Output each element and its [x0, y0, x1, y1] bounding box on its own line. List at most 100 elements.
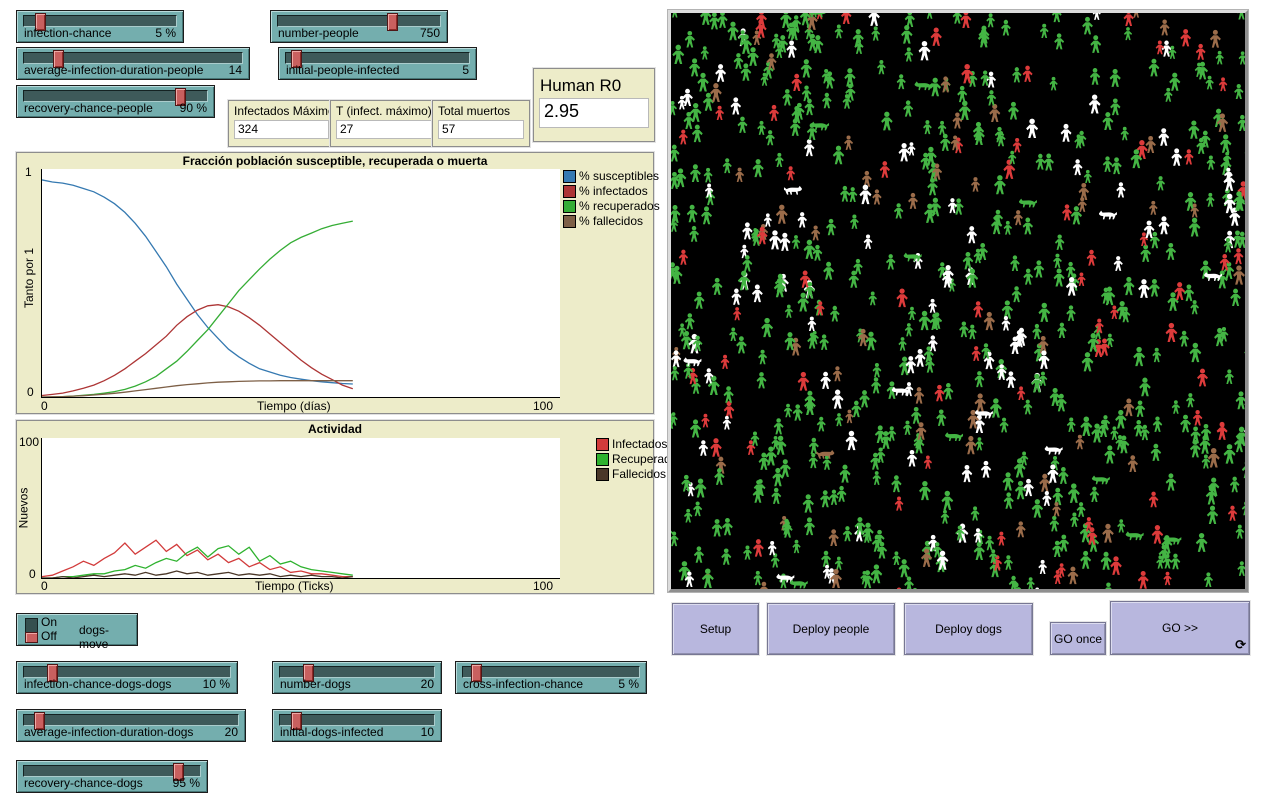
slider-number-dogs[interactable]: number-dogs20: [272, 661, 442, 694]
agent-person: [829, 529, 839, 546]
agent-person: [911, 588, 920, 589]
agent-person: [892, 551, 900, 565]
agent-person: [953, 13, 962, 24]
plot-x-axis-label: Tiempo (días): [257, 399, 331, 413]
world-view[interactable]: [668, 10, 1248, 592]
slider-label: cross-infection-chance: [463, 677, 583, 691]
agent-person: [771, 488, 781, 504]
slider-average-infection-duration-dogs[interactable]: average-infection-duration-dogs20: [16, 709, 246, 742]
slider-initial-people-infected[interactable]: initial-people-infected 5: [278, 47, 477, 80]
agent-person: [873, 471, 881, 485]
agent-person: [1004, 221, 1012, 235]
agent-person: [671, 366, 679, 380]
agent-person: [704, 168, 713, 182]
switch-handle[interactable]: [25, 632, 38, 643]
slider-recovery-chance-dogs[interactable]: recovery-chance-dogs95 %: [16, 760, 208, 793]
slider-recovery-chance-people[interactable]: recovery-chance-people90 %: [16, 85, 215, 118]
go-forever-button[interactable]: GO >> ⟳: [1110, 601, 1250, 655]
agent-person: [974, 542, 985, 560]
agent-person: [1206, 193, 1214, 207]
series-line: [42, 540, 353, 576]
slider-infection-chance-dogs-dogs[interactable]: infection-chance-dogs-dogs10 %: [16, 661, 238, 694]
agent-person: [679, 130, 688, 145]
agent-person: [715, 106, 724, 120]
agent-person: [1216, 51, 1224, 65]
agent-person: [936, 409, 946, 425]
legend-item: % susceptibles: [563, 169, 660, 183]
agent-person: [926, 13, 934, 19]
agent-person: [1012, 67, 1021, 82]
legend-swatch: [596, 438, 609, 451]
slider-value: 5: [462, 63, 469, 77]
agent-person: [833, 146, 844, 165]
agent-person: [697, 73, 708, 92]
agent-person: [753, 159, 764, 177]
agent-person: [1123, 277, 1134, 295]
agent-person: [903, 421, 912, 435]
agent-person: [873, 363, 882, 377]
agent-person: [919, 311, 931, 330]
agent-person: [864, 235, 873, 249]
agent-person: [1067, 418, 1076, 432]
agent-person: [721, 355, 730, 369]
agent-person: [704, 368, 713, 383]
agent-person: [1156, 176, 1165, 190]
agent-person: [980, 70, 989, 85]
legend-label: % infectados: [579, 184, 648, 198]
agent-dog: [1019, 199, 1037, 208]
agent-person: [1160, 20, 1170, 36]
agent-person: [729, 328, 737, 341]
agent-person: [1026, 119, 1038, 138]
netlogo-epidemic-interface: infection-chance5 % number-people750 ave…: [0, 0, 1264, 800]
slider-infection-chance[interactable]: infection-chance5 %: [16, 10, 184, 43]
setup-button[interactable]: Setup: [672, 603, 759, 655]
plot-actividad: Actividad Nuevos 100 0 0 Tiempo (Ticks) …: [16, 420, 654, 594]
agent-person: [772, 468, 783, 486]
agent-person: [829, 490, 838, 505]
switch-dogs-move[interactable]: On Off dogs-move: [16, 613, 138, 646]
slider-number-people[interactable]: number-people750: [270, 10, 448, 43]
agent-person: [731, 289, 741, 305]
deploy-dogs-button[interactable]: Deploy dogs: [904, 603, 1033, 655]
agent-person: [1102, 524, 1114, 543]
agent-person: [915, 349, 926, 367]
agent-person: [813, 245, 823, 261]
agents-canvas: [671, 13, 1245, 589]
go-once-button[interactable]: GO once: [1050, 622, 1106, 655]
agent-person: [850, 215, 859, 229]
agent-person: [1237, 561, 1245, 576]
agent-person: [1066, 305, 1075, 320]
agent-person: [685, 313, 695, 329]
x-tick-max: 100: [533, 579, 553, 593]
agent-person: [1015, 481, 1026, 499]
monitor-t-infect-maximo: T (infect. máximo) 27: [330, 100, 439, 147]
plot-title: Fracción población susceptible, recupera…: [17, 154, 653, 168]
agent-person: [1103, 156, 1112, 171]
agent-person: [1090, 68, 1100, 85]
slider-label: initial-people-infected: [286, 63, 399, 77]
agent-person: [975, 393, 986, 412]
agent-person: [1110, 98, 1120, 115]
agent-person: [869, 292, 877, 306]
agent-person: [871, 377, 881, 393]
deploy-people-button[interactable]: Deploy people: [767, 603, 895, 655]
slider-cross-infection-chance[interactable]: cross-infection-chance5 %: [455, 661, 647, 694]
agent-person: [811, 225, 820, 240]
switch-track[interactable]: [25, 618, 38, 643]
slider-initial-dogs-infected[interactable]: initial-dogs-infected10: [272, 709, 442, 742]
agent-person: [965, 436, 976, 454]
agent-person: [1124, 13, 1134, 26]
agent-person: [734, 53, 744, 69]
agent-person: [701, 206, 712, 224]
agent-person: [833, 366, 842, 381]
agent-person: [1110, 306, 1118, 320]
agent-person: [1054, 33, 1064, 49]
slider-average-infection-duration-people[interactable]: average-infection-duration-people14: [16, 47, 250, 80]
agent-person: [690, 419, 701, 437]
button-label: GO >>: [1162, 621, 1198, 635]
agent-person: [1158, 216, 1169, 234]
series-line: [42, 180, 353, 384]
agent-person: [835, 557, 843, 570]
monitor-label: Total muertos: [438, 104, 524, 118]
agent-person: [1090, 35, 1101, 53]
